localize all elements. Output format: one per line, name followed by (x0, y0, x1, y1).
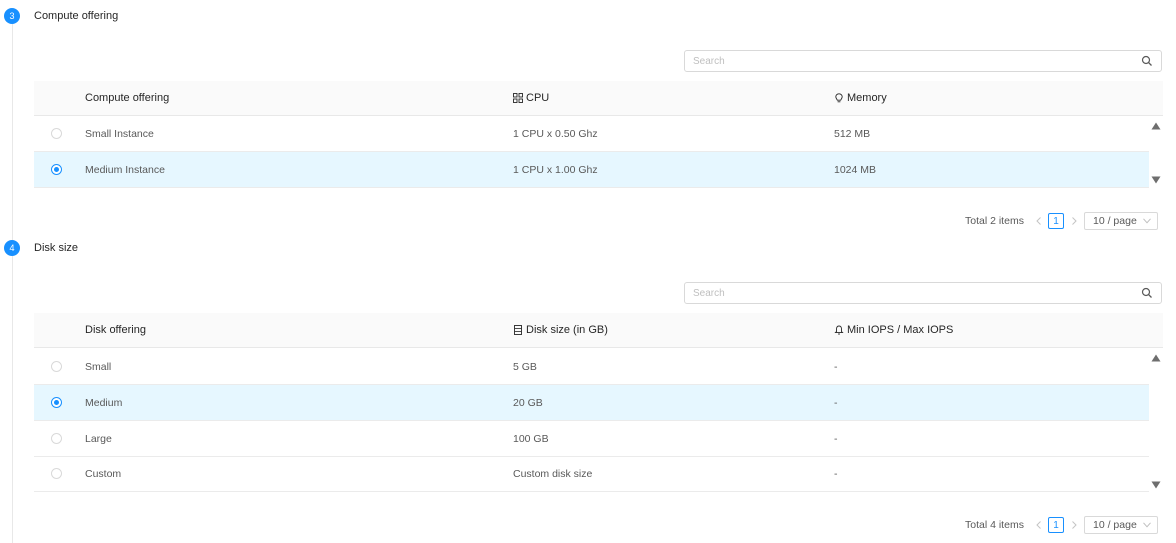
row-radio[interactable] (51, 397, 62, 408)
disk-size-value: 5 GB (513, 361, 537, 373)
disk-icon (514, 325, 522, 335)
column-header-cpu[interactable]: CPU (513, 92, 549, 104)
chevron-left-icon[interactable] (1034, 520, 1044, 530)
cpu-value: 1 CPU x 1.00 Ghz (513, 164, 598, 176)
table-row[interactable]: Custom Custom disk size - (34, 456, 1149, 492)
offering-name: Large (85, 433, 112, 445)
iops-value: - (834, 468, 838, 480)
table-row[interactable]: Medium Instance 1 CPU x 1.00 Ghz 1024 MB (34, 152, 1149, 188)
step-number-badge: 3 (4, 8, 20, 24)
scroll-down-arrow[interactable] (1151, 176, 1161, 184)
table-row[interactable]: Small Instance 1 CPU x 0.50 Ghz 512 MB (34, 116, 1149, 152)
table-row[interactable]: Large 100 GB - (34, 421, 1149, 457)
column-label: Memory (847, 92, 887, 104)
column-header-disk-size[interactable]: Disk size (in GB) (513, 324, 608, 336)
column-header-memory[interactable]: Memory (834, 92, 887, 104)
search-icon[interactable] (1141, 287, 1153, 299)
offering-name: Small Instance (85, 128, 154, 140)
offering-name: Medium (85, 397, 123, 409)
table-row[interactable]: Small 5 GB - (34, 349, 1149, 385)
grid-icon (513, 93, 523, 103)
column-label: Compute offering (85, 92, 170, 104)
step-number-badge: 4 (4, 240, 20, 256)
offering-name: Custom (85, 468, 122, 480)
column-label: Min IOPS / Max IOPS (847, 324, 954, 336)
disk-size-value: 100 GB (513, 433, 549, 445)
scroll-up-arrow[interactable] (1151, 122, 1161, 130)
step-connector (12, 256, 13, 543)
row-radio[interactable] (51, 468, 62, 479)
page-size-label: 10 / page (1093, 519, 1137, 531)
bulb-icon (835, 93, 843, 103)
column-label: CPU (526, 92, 550, 104)
scroll-down-arrow[interactable] (1151, 481, 1161, 489)
chevron-down-icon (1143, 522, 1151, 528)
column-label: Disk size (in GB) (526, 324, 608, 336)
pagination: Total 2 items 1 10 / page (0, 212, 1176, 230)
disk-size-value: Custom disk size (513, 468, 593, 480)
search-icon[interactable] (1141, 55, 1153, 67)
offering-name: Small (85, 361, 112, 373)
page-number-button[interactable]: 1 (1048, 213, 1064, 229)
row-radio[interactable] (51, 164, 62, 175)
pagination-total: Total 4 items (965, 519, 1024, 531)
pagination: Total 4 items 1 10 / page (0, 516, 1176, 534)
table-header: Compute offering CPU Memory (34, 81, 1163, 116)
search-input[interactable] (685, 283, 1133, 303)
page-size-label: 10 / page (1093, 215, 1137, 227)
column-header-compute-offering[interactable]: Compute offering (85, 92, 169, 104)
search-box (684, 282, 1162, 304)
disk-size-value: 20 GB (513, 397, 543, 409)
step-title: Disk size (34, 242, 79, 254)
chevron-left-icon[interactable] (1034, 216, 1044, 226)
column-header-iops[interactable]: Min IOPS / Max IOPS (834, 324, 953, 336)
search-box (684, 50, 1162, 72)
offering-name: Medium Instance (85, 164, 165, 176)
chevron-down-icon (1143, 218, 1151, 224)
memory-value: 512 MB (834, 128, 871, 140)
row-radio[interactable] (51, 128, 62, 139)
page-number-button[interactable]: 1 (1048, 517, 1064, 533)
table-header: Disk offering Disk size (in GB) Min IOPS… (34, 313, 1163, 348)
bell-icon (834, 325, 844, 335)
search-input[interactable] (685, 51, 1133, 71)
chevron-right-icon[interactable] (1069, 520, 1079, 530)
iops-value: - (834, 433, 838, 445)
table-row[interactable]: Medium 20 GB - (34, 385, 1149, 421)
page-size-select[interactable]: 10 / page (1084, 212, 1158, 230)
row-radio[interactable] (51, 361, 62, 372)
page-size-select[interactable]: 10 / page (1084, 516, 1158, 534)
column-label: Disk offering (85, 324, 146, 336)
step-connector (12, 24, 13, 240)
memory-value: 1024 MB (834, 164, 877, 176)
step-title: Compute offering (34, 10, 119, 22)
chevron-right-icon[interactable] (1069, 216, 1079, 226)
iops-value: - (834, 361, 838, 373)
column-header-disk-offering[interactable]: Disk offering (85, 324, 146, 336)
iops-value: - (834, 397, 838, 409)
cpu-value: 1 CPU x 0.50 Ghz (513, 128, 598, 140)
scroll-up-arrow[interactable] (1151, 354, 1161, 362)
row-radio[interactable] (51, 433, 62, 444)
pagination-total: Total 2 items (965, 215, 1024, 227)
